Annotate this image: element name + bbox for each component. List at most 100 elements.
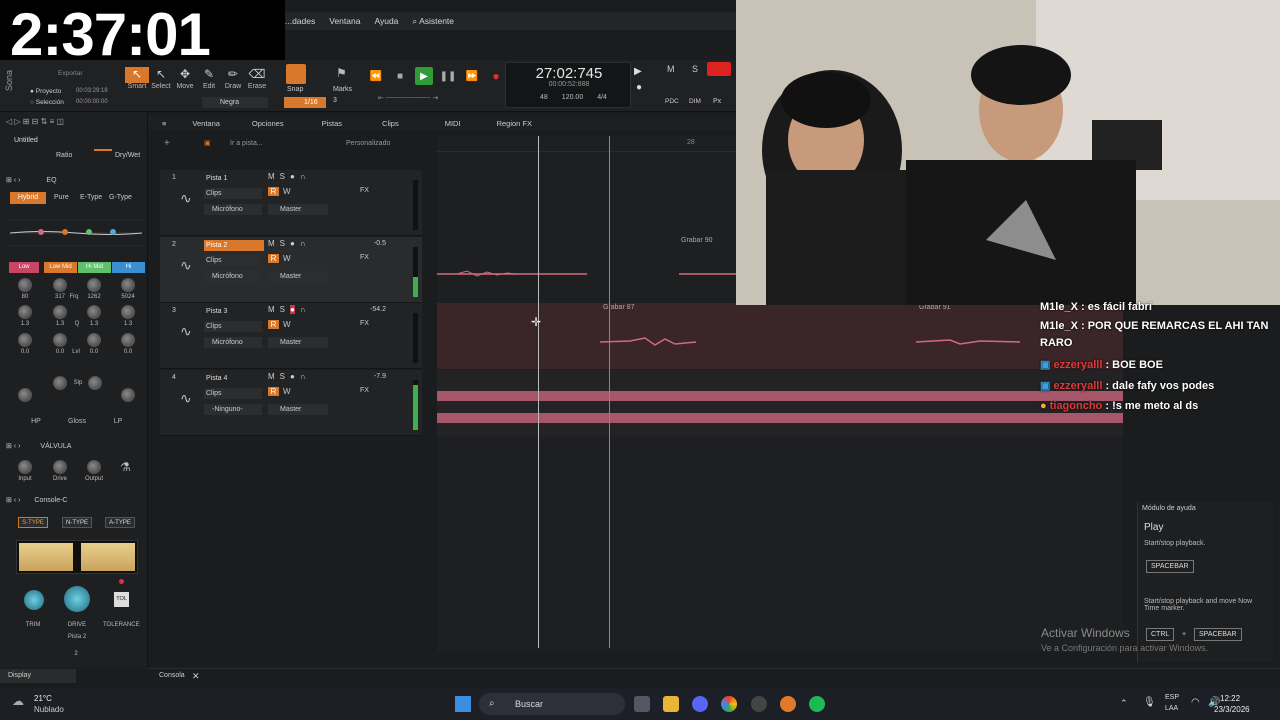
- filter-hp[interactable]: HP: [24, 418, 48, 425]
- subbar-pistas[interactable]: Pistas: [322, 119, 342, 128]
- input-dropdown[interactable]: Micrófono: [204, 337, 262, 348]
- close-icon[interactable]: ✕: [192, 671, 200, 682]
- drywet-bar[interactable]: [94, 149, 112, 151]
- console-nav-icon[interactable]: ⊞ ‹ ›: [6, 496, 20, 504]
- eq-low-freq-knob[interactable]: [18, 278, 32, 292]
- eq-mode-gtype[interactable]: G-Type: [109, 194, 132, 201]
- track-header-2[interactable]: 2 Pista 2 M S ● ∩ -0.5 ∿ Clips RW FX Micróf…: [160, 237, 422, 303]
- snap-icon[interactable]: [286, 64, 306, 84]
- drive-knob[interactable]: [64, 586, 90, 612]
- eq-lowmid-level-knob[interactable]: [53, 333, 67, 347]
- tool-move[interactable]: ✥ Move: [173, 67, 197, 90]
- monitor-icon[interactable]: ∩: [300, 239, 306, 248]
- valve-nav-icon[interactable]: ⊞ ‹ ›: [6, 442, 20, 450]
- console-type-a[interactable]: A-TYPE: [105, 517, 135, 528]
- input-dropdown[interactable]: -Ninguno-: [204, 404, 262, 415]
- output-dropdown[interactable]: Master: [268, 204, 328, 215]
- solo-button[interactable]: S: [280, 305, 285, 314]
- tool-smart[interactable]: ↖ Smart: [125, 67, 149, 90]
- timeline-ruler[interactable]: 28: [437, 136, 736, 152]
- discord-icon[interactable]: [692, 696, 708, 712]
- subbar-ventana[interactable]: Ventana: [192, 119, 220, 128]
- write-button[interactable]: W: [283, 254, 291, 263]
- console-tab[interactable]: Consola: [159, 672, 185, 679]
- loop-slider[interactable]: ⇤ ───────── ⇥: [378, 94, 498, 104]
- write-button[interactable]: W: [283, 187, 291, 196]
- eq-low-q-knob[interactable]: [18, 305, 32, 319]
- write-button[interactable]: W: [283, 387, 291, 396]
- monitor-icon[interactable]: ∩: [300, 172, 306, 181]
- eq-himid-freq-knob[interactable]: [87, 278, 101, 292]
- eq-band-hi[interactable]: Hi: [112, 262, 145, 273]
- filter-lp[interactable]: LP: [106, 418, 130, 425]
- record-arm-icon[interactable]: ●: [290, 172, 295, 181]
- chrome-icon[interactable]: [721, 696, 737, 712]
- now-time-cursor[interactable]: [538, 136, 539, 648]
- obs-icon[interactable]: [751, 696, 767, 712]
- fx-button[interactable]: FX: [360, 320, 369, 327]
- record-arm-icon[interactable]: ●: [290, 372, 295, 381]
- add-track-icon[interactable]: +: [164, 138, 170, 149]
- tray-chevron-icon[interactable]: ⌃: [1120, 698, 1128, 709]
- lang-2[interactable]: LAA: [1165, 705, 1178, 712]
- eq-hi-freq-knob[interactable]: [121, 278, 135, 292]
- folder-icon[interactable]: ▣: [204, 139, 211, 147]
- eq-himid-level-knob[interactable]: [87, 333, 101, 347]
- fast-forward-icon[interactable]: ⏩: [463, 67, 481, 85]
- read-button[interactable]: R: [268, 387, 279, 396]
- cakewalk-icon[interactable]: [780, 696, 796, 712]
- eq-low-level-knob[interactable]: [18, 333, 32, 347]
- clips-dropdown[interactable]: Clips: [204, 188, 262, 199]
- menu-icon[interactable]: ≡: [162, 119, 166, 128]
- pdc-button[interactable]: PDC: [665, 98, 679, 105]
- clock-time[interactable]: 12:22: [1220, 694, 1240, 703]
- track-volume[interactable]: -7.9: [374, 373, 386, 380]
- output-dropdown[interactable]: Master: [268, 404, 328, 415]
- track-volume[interactable]: -54.2: [370, 306, 386, 313]
- eq-band-himid[interactable]: Hi Mid: [78, 262, 111, 273]
- task-view-icon[interactable]: [634, 696, 650, 712]
- menu-item-dades[interactable]: ...dades: [285, 16, 315, 26]
- record-button[interactable]: [707, 62, 731, 76]
- export-label[interactable]: Exportar: [58, 70, 83, 77]
- monitor-icon[interactable]: ∩: [300, 305, 306, 314]
- rewind-icon[interactable]: ⏪: [367, 67, 385, 85]
- taskbar-search[interactable]: Buscar: [479, 693, 625, 715]
- eq-himid-q-knob[interactable]: [87, 305, 101, 319]
- subbar-opciones[interactable]: Opciones: [252, 119, 284, 128]
- valve-drive-knob[interactable]: [53, 460, 67, 474]
- fx-button[interactable]: FX: [360, 254, 369, 261]
- tool-edit[interactable]: ✎ Edit: [197, 67, 221, 90]
- solo-button[interactable]: S: [280, 372, 285, 381]
- wifi-icon[interactable]: ◠: [1191, 697, 1200, 708]
- eq-band-lowmid[interactable]: Low Mid: [44, 262, 77, 273]
- solo-button[interactable]: S: [280, 172, 285, 181]
- eq-hp-slope-knob[interactable]: [18, 388, 32, 402]
- filter-gloss[interactable]: Gloss: [65, 418, 89, 425]
- write-button[interactable]: W: [283, 320, 291, 329]
- record-arm-icon[interactable]: ●: [290, 239, 295, 248]
- eq-curve[interactable]: [10, 208, 142, 258]
- solo-button[interactable]: S: [280, 239, 285, 248]
- tool-select[interactable]: ↖ Select: [149, 67, 173, 90]
- mute-button[interactable]: M: [268, 239, 275, 248]
- clips-dropdown[interactable]: Clips: [204, 321, 262, 332]
- subbar-clips[interactable]: Clips: [382, 119, 399, 128]
- read-button[interactable]: R: [268, 187, 279, 196]
- output-dropdown[interactable]: Master: [268, 337, 328, 348]
- playback-icon[interactable]: ▶: [634, 66, 642, 77]
- stop-icon[interactable]: ■: [391, 67, 409, 85]
- console-type-n[interactable]: N-TYPE: [62, 517, 92, 528]
- display-dropdown[interactable]: Display: [0, 669, 76, 683]
- color-dropdown[interactable]: Negra: [202, 97, 268, 108]
- pause-icon[interactable]: ❚❚: [439, 67, 457, 85]
- waveform-lane-2[interactable]: [437, 262, 736, 286]
- mute-button[interactable]: M: [268, 172, 275, 181]
- bpm[interactable]: 120.00: [562, 94, 583, 101]
- track-name[interactable]: Pista 3: [204, 306, 264, 317]
- eq-lp-slope-knob[interactable]: [121, 388, 135, 402]
- mute-button[interactable]: M: [268, 305, 275, 314]
- tol-switch[interactable]: TOL: [114, 592, 129, 607]
- snap-value[interactable]: 1/16: [284, 97, 326, 108]
- eq-mode-pure[interactable]: Pure: [54, 194, 69, 201]
